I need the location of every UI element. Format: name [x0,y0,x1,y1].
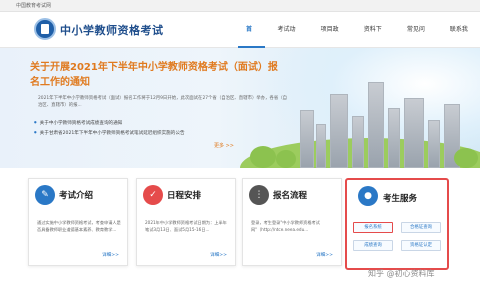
card-more-link[interactable]: 详细>> [316,252,333,258]
score-query-button[interactable]: 成绩查询 [353,240,393,251]
card-exam-intro[interactable]: ✎ 考试介绍 通过实施中小学教师资格考试，考查申请人是否具备教师职业道德基本素养… [28,178,128,266]
nav-exam-news[interactable]: 考试动态 [269,12,308,69]
site-title[interactable]: 中小学教师资格考试 [60,22,164,38]
qualification-recognition-button[interactable]: 资格证认定 [401,240,441,251]
card-title: 报名流程 [273,191,308,201]
top-bar-text[interactable]: 中国教育考试网 [16,2,51,9]
main-nav: 首页 考试动态 项目政策 资料下载 常见问题 联系我们 [238,12,480,69]
news-item-gansu-notice[interactable]: 关于甘肃省2021年下半年中小学教师资格考试笔试延迟组织实施的公告 [34,128,284,138]
certificate-query-button[interactable]: 合格证查询 [401,222,441,233]
card-title: 考试介绍 [59,191,94,201]
watermark: 知乎 @初心资料库 [368,269,435,278]
registration-system-button[interactable]: 报名系统 [353,222,393,233]
card-body: 通过实施中小学教师资格考试，考查申请人是否具备教师职业道德基本素养、教育教学..… [37,220,121,232]
nav-policy[interactable]: 项目政策 [312,12,351,69]
edit-icon: ✎ [35,185,55,205]
flow-icon: ⋮ [249,185,269,205]
site-header: 中小学教师资格考试 首页 考试动态 项目政策 资料下载 常见问题 联系我们 [0,12,480,69]
service-title: 考生服务 [383,194,418,204]
news-more-link[interactable]: 更多 >> [214,142,234,149]
candidate-services-panel: ● 考生服务 报名系统 合格证查询 成绩查询 资格证认定 [345,178,449,270]
card-body: 登录，考生登录"中小学教师资格考试网"（http://ntce.neea.edu… [251,220,320,232]
card-more-link[interactable]: 详细>> [210,252,227,258]
card-more-link[interactable]: 详细>> [102,252,119,258]
nav-faq[interactable]: 常见问题 [398,12,437,69]
card-body: 2021年中小学教师资格考试日期为：上半年笔试3月13日、面试5月15-16日.… [145,220,227,232]
news-item-score-query[interactable]: 关于中小学教师资格考试成绩查询的通知 [34,118,284,128]
user-icon: ● [358,186,378,206]
card-schedule[interactable]: ✓ 日程安排 2021年中小学教师资格考试日期为：上半年笔试3月13日、面试5月… [136,178,236,266]
nav-home[interactable]: 首页 [238,12,265,69]
headline-link[interactable]: 关于开展2021年下半年中小学教师资格考试（面试）报名工作的通知 [30,60,280,90]
card-title: 日程安排 [167,191,202,201]
headline-summary: 2021年下半年中小学教师资格考试（面试）报名工作将于12月9日开始，此次面试在… [38,96,288,108]
site-logo-icon[interactable] [34,18,56,40]
card-registration[interactable]: ⋮ 报名流程 登录，考生登录"中小学教师资格考试网"（http://ntce.n… [242,178,342,266]
nav-contact[interactable]: 联系我们 [441,12,480,69]
nav-downloads[interactable]: 资料下载 [355,12,394,69]
news-list: 关于中小学教师资格考试成绩查询的通知 关于甘肃省2021年下半年中小学教师资格考… [34,118,284,138]
top-bar: 中国教育考试网 [0,0,480,12]
hero-banner: 关于开展2021年下半年中小学教师资格考试（面试）报名工作的通知 2021年下半… [0,48,480,168]
check-icon: ✓ [143,185,163,205]
